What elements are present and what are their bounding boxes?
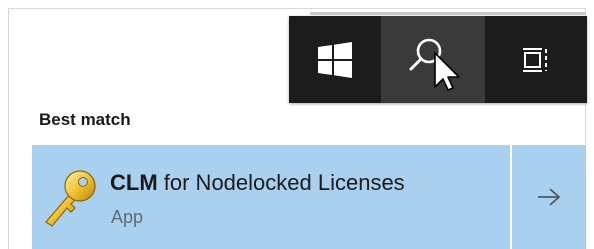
app-type-label: App: [111, 207, 144, 227]
key-icon: [45, 170, 96, 227]
best-match-result[interactable]: [32, 145, 510, 249]
arrow-right-icon: [538, 188, 561, 206]
panel-top-edge: [310, 12, 586, 15]
start-button[interactable]: [289, 16, 381, 103]
open-details-button[interactable]: [512, 145, 586, 249]
taskbar: [289, 16, 587, 103]
app-name-bold: CLM: [110, 170, 158, 195]
windows-logo-icon: [318, 41, 352, 78]
search-icon: [409, 38, 460, 91]
app-name-rest: for Nodelocked Licenses: [157, 170, 405, 195]
best-match-heading: Best match: [39, 110, 131, 129]
search-button[interactable]: [381, 16, 485, 103]
app-name: CLM for Nodelocked Licenses: [110, 170, 405, 196]
mouse-cursor-icon: [434, 51, 460, 91]
task-view-button[interactable]: [485, 16, 587, 103]
task-view-icon: [523, 47, 547, 72]
